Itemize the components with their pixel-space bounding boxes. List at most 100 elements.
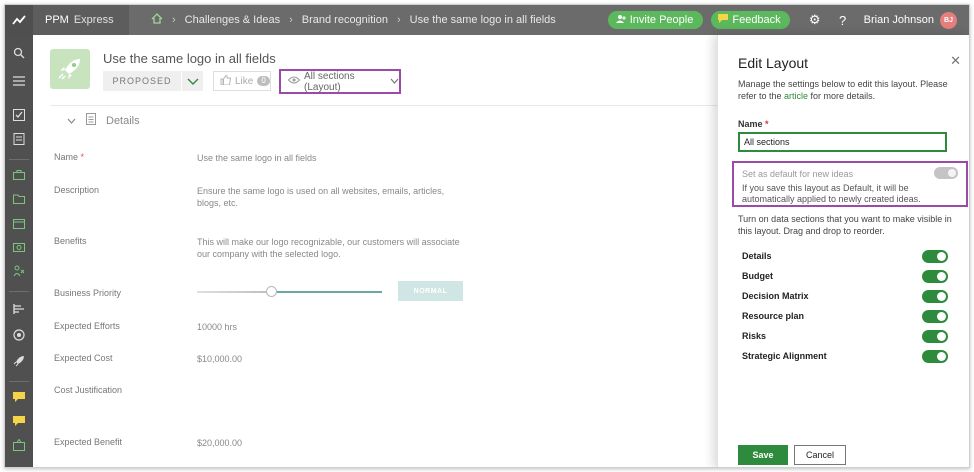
layout-name-label: Name * — [738, 119, 769, 129]
thumbs-up-icon — [220, 74, 232, 88]
section-row-strategic-alignment[interactable]: Strategic Alignment — [742, 349, 948, 363]
section-toggle-details[interactable] — [922, 249, 948, 263]
edit-layout-panel: Edit Layout ✕ Manage the settings below … — [717, 35, 969, 467]
layout-select[interactable]: All sections (Layout) — [279, 69, 401, 94]
chevron-down-icon — [67, 115, 76, 127]
set-default-note: If you save this layout as Default, it w… — [742, 183, 921, 204]
left-rail — [5, 35, 33, 467]
top-bar: PPM Express › Challenges & Ideas › Brand… — [5, 5, 969, 35]
expected-cost-label: Expected Cost — [54, 353, 113, 363]
section-row-decision-matrix[interactable]: Decision Matrix — [742, 289, 948, 303]
section-label: Resource plan — [742, 311, 805, 321]
section-row-details[interactable]: Details — [742, 249, 948, 263]
save-button[interactable]: Save — [738, 445, 788, 465]
section-divider — [50, 105, 717, 106]
business-priority-label: Business Priority — [54, 288, 122, 298]
gear-icon[interactable]: ⚙ — [804, 12, 826, 28]
set-default-label: Set as default for new ideas — [742, 169, 854, 179]
invite-people-label: Invite People — [629, 14, 694, 26]
logo-icon[interactable] — [5, 5, 33, 35]
set-default-toggle[interactable] — [934, 167, 958, 179]
rail-divider — [9, 381, 29, 382]
eye-icon — [287, 76, 301, 87]
breadcrumb-challenges[interactable]: Challenges & Ideas — [185, 14, 280, 26]
priority-slider-handle[interactable] — [266, 286, 277, 297]
close-icon[interactable]: ✕ — [950, 53, 961, 69]
benefits-value[interactable]: This will make our logo recognizable, ou… — [197, 236, 467, 260]
section-label: Decision Matrix — [742, 291, 809, 301]
feedback-icon — [718, 14, 729, 26]
priority-slider-track[interactable] — [197, 291, 382, 293]
priority-value-badge: NORMAL — [398, 281, 463, 301]
ideas-icon[interactable] — [5, 387, 33, 407]
idea-image[interactable] — [50, 49, 90, 89]
like-count: 0 — [257, 76, 270, 86]
rocket-icon[interactable] — [5, 351, 33, 371]
chevron-down-icon — [390, 76, 399, 87]
like-button[interactable]: Like 0 — [213, 71, 271, 91]
name-value[interactable]: Use the same logo in all fields — [197, 152, 467, 164]
rail-divider — [9, 291, 29, 292]
portfolio-icon[interactable] — [5, 165, 33, 185]
breadcrumb-challenge[interactable]: Brand recognition — [302, 14, 388, 26]
breadcrumb: › Challenges & Ideas › Brand recognition… — [129, 13, 608, 27]
section-toggle-decision-matrix[interactable] — [922, 289, 948, 303]
reports-icon[interactable] — [5, 299, 33, 319]
details-section-title: Details — [106, 114, 140, 127]
invite-people-button[interactable]: Invite People — [607, 11, 704, 29]
rail-divider — [9, 159, 29, 160]
benefits-label: Benefits — [54, 236, 87, 246]
section-row-budget[interactable]: Budget — [742, 269, 948, 283]
section-toggle-budget[interactable] — [922, 269, 948, 283]
home-icon[interactable] — [151, 13, 163, 27]
expected-efforts-value[interactable]: 10000 hrs — [197, 321, 467, 333]
section-label: Strategic Alignment — [742, 351, 827, 361]
chevron-down-icon — [187, 78, 198, 85]
org-icon[interactable] — [5, 435, 33, 455]
panel-description: Manage the settings below to edit this l… — [738, 79, 948, 101]
resources-icon[interactable] — [5, 261, 33, 281]
app-name[interactable]: PPM Express — [33, 5, 129, 35]
feedback-label: Feedback — [732, 14, 781, 26]
chat-icon[interactable] — [5, 411, 33, 431]
search-icon[interactable] — [5, 43, 33, 63]
expected-efforts-label: Expected Efforts — [54, 321, 120, 331]
breadcrumb-idea[interactable]: Use the same logo in all fields — [410, 14, 556, 26]
breadcrumb-separator: › — [396, 14, 401, 26]
menu-icon[interactable] — [5, 71, 33, 91]
layout-name-input[interactable] — [738, 132, 947, 152]
feedback-button[interactable]: Feedback — [711, 11, 790, 29]
sections-hint: Turn on data sections that you want to m… — [738, 214, 952, 236]
status-button[interactable]: PROPOSED — [103, 71, 181, 91]
money-icon[interactable] — [5, 237, 33, 257]
cost-justification-label: Cost Justification — [54, 385, 123, 395]
section-toggle-risks[interactable] — [922, 329, 948, 343]
section-row-risks[interactable]: Risks — [742, 329, 948, 343]
tasks-icon[interactable] — [5, 105, 33, 125]
breadcrumb-separator: › — [289, 14, 293, 26]
expected-benefit-value[interactable]: $20,000.00 — [197, 437, 467, 449]
article-link[interactable]: article — [784, 91, 808, 101]
user-name[interactable]: Brian Johnson — [864, 14, 934, 26]
section-row-resource-plan[interactable]: Resource plan — [742, 309, 948, 323]
calendar-icon[interactable] — [5, 213, 33, 233]
avatar[interactable]: BJ — [940, 11, 957, 29]
details-section-header[interactable]: Details — [67, 113, 140, 128]
description-value[interactable]: Ensure the same logo is used on all webs… — [197, 185, 467, 209]
cancel-button[interactable]: Cancel — [794, 445, 846, 465]
status-dropdown[interactable] — [181, 71, 203, 91]
notes-icon[interactable] — [5, 129, 33, 149]
expected-cost-value[interactable]: $10,000.00 — [197, 353, 467, 365]
section-toggle-resource-plan[interactable] — [922, 309, 948, 323]
layout-select-value: All sections (Layout) — [304, 70, 355, 93]
target-icon[interactable] — [5, 325, 33, 345]
help-icon[interactable]: ? — [832, 13, 854, 28]
panel-title: Edit Layout — [738, 55, 809, 71]
app-window: PPM Express › Challenges & Ideas › Brand… — [4, 4, 970, 468]
rocket-icon — [58, 59, 80, 80]
section-toggle-strategic-alignment[interactable] — [922, 349, 948, 363]
folder-icon[interactable] — [5, 189, 33, 209]
document-icon — [86, 113, 96, 128]
description-label: Description — [54, 185, 100, 195]
section-label: Risks — [742, 331, 767, 341]
